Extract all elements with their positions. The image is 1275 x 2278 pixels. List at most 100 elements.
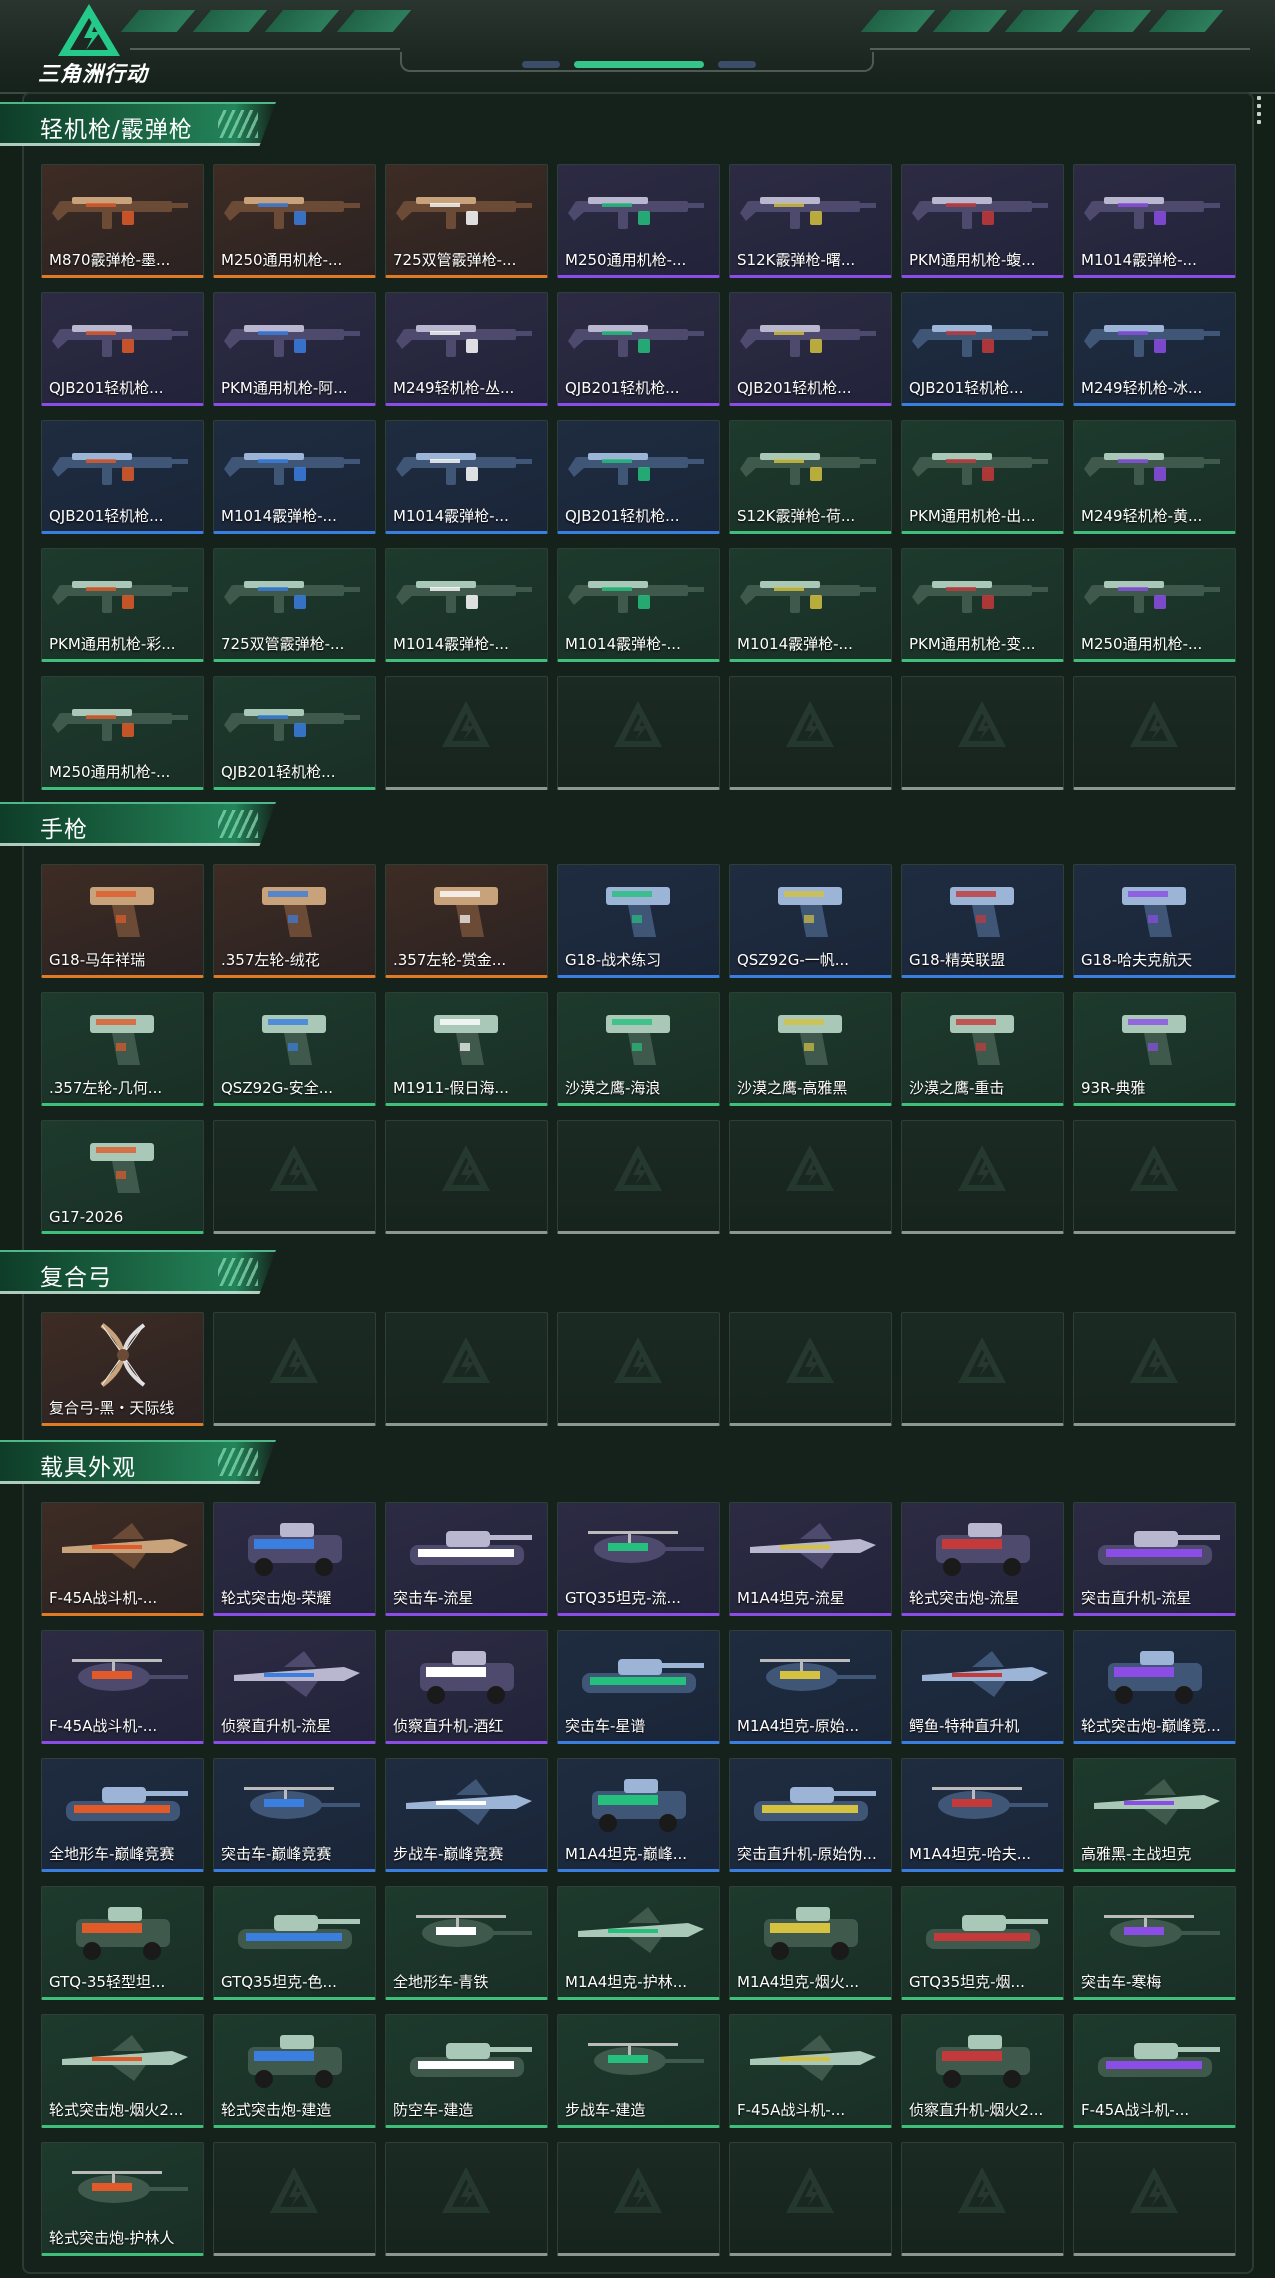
skin-card[interactable]: 突击直升机-原始伪... [729,1758,892,1872]
skin-card[interactable]: 步战车-巅峰竞赛 [385,1758,548,1872]
skin-card[interactable]: 高雅黑-主战坦克 [1073,1758,1236,1872]
empty-slot [385,1120,548,1234]
skin-card[interactable]: 突击车-星谱 [557,1630,720,1744]
skin-card[interactable]: 全地形车-巅峰竞赛 [41,1758,204,1872]
skin-card[interactable]: M1A4坦克-烟火... [729,1886,892,2000]
skin-card[interactable]: QJB201轻机枪... [41,420,204,534]
skin-card[interactable]: 突击直升机-流星 [1073,1502,1236,1616]
gun-skin-image [52,325,188,357]
skin-card[interactable]: QJB201轻机枪... [41,292,204,406]
skin-card[interactable]: 全地形车-青铁 [385,1886,548,2000]
skin-card[interactable]: 轮式突击炮-烟火2... [41,2014,204,2128]
skin-card[interactable]: 突击车-流星 [385,1502,548,1616]
skin-card[interactable]: .357左轮-赏金... [385,864,548,978]
skin-card[interactable]: 轮式突击炮-流星 [901,1502,1064,1616]
skin-card[interactable]: S12K霰弹枪-曙... [729,164,892,278]
skin-card[interactable]: GTQ35坦克-色... [213,1886,376,2000]
skin-card[interactable]: GTQ-35轻型坦... [41,1886,204,2000]
skin-card[interactable]: GTQ35坦克-烟... [901,1886,1064,2000]
skin-card[interactable]: QJB201轻机枪... [557,420,720,534]
skin-card[interactable]: PKM通用机枪-变... [901,548,1064,662]
banner-stripe [264,10,340,32]
skin-card[interactable]: 复合弓-黑・天际线 [41,1312,204,1426]
skin-card[interactable]: M1911-假日海... [385,992,548,1106]
skin-card[interactable]: .357左轮-绒花 [213,864,376,978]
skin-card[interactable]: 沙漠之鹰-高雅黑 [729,992,892,1106]
skin-card[interactable]: M1A4坦克-巅峰... [557,1758,720,1872]
skin-card[interactable]: 突击车-寒梅 [1073,1886,1236,2000]
skin-card[interactable]: 沙漠之鹰-海浪 [557,992,720,1106]
skin-card[interactable]: G18-马年祥瑞 [41,864,204,978]
skin-name: .357左轮-赏金... [393,951,507,969]
skin-card[interactable]: F-45A战斗机-... [729,2014,892,2128]
skin-card[interactable]: M1014霰弹枪-... [1073,164,1236,278]
skin-card[interactable]: M250通用机枪-... [557,164,720,278]
skin-card[interactable]: M1014霰弹枪-... [729,548,892,662]
empty-slot-logo-icon [1130,2167,1178,2213]
skin-card[interactable]: M870霰弹枪-墨... [41,164,204,278]
skin-card[interactable]: 防空车-建造 [385,2014,548,2128]
skin-card[interactable]: 沙漠之鹰-重击 [901,992,1064,1106]
skin-name: G18-战术练习 [565,951,662,969]
skin-card[interactable]: QJB201轻机枪... [901,292,1064,406]
skin-card[interactable]: QJB201轻机枪... [557,292,720,406]
skin-card[interactable]: QSZ92G-安全... [213,992,376,1106]
skin-card[interactable]: 侦察直升机-酒红 [385,1630,548,1744]
vehicle-skin-image [62,2035,188,2081]
skin-card[interactable]: 侦察直升机-流星 [213,1630,376,1744]
skin-name: G17-2026 [49,1208,124,1226]
skin-card[interactable]: M250通用机枪-... [41,676,204,790]
vehicle-skin-image [936,2035,1030,2088]
skin-card[interactable]: GTQ35坦克-流... [557,1502,720,1616]
skin-card[interactable]: G18-哈夫克航天 [1073,864,1236,978]
skin-card[interactable]: G18-精英联盟 [901,864,1064,978]
skin-card[interactable]: PKM通用机枪-出... [901,420,1064,534]
skin-card[interactable]: G17-2026 [41,1120,204,1234]
skin-card[interactable]: F-45A战斗机-... [41,1630,204,1744]
skin-card[interactable]: 轮式突击炮-巅峰竞... [1073,1630,1236,1744]
skin-card[interactable]: PKM通用机枪-蝮... [901,164,1064,278]
skin-card[interactable]: 侦察直升机-烟火2... [901,2014,1064,2128]
skin-card[interactable]: M1014霰弹枪-... [385,420,548,534]
skin-card[interactable]: F-45A战斗机-... [1073,2014,1236,2128]
skin-card[interactable]: 突击车-巅峰竞赛 [213,1758,376,1872]
skin-card[interactable]: M250通用机枪-... [213,164,376,278]
scrollbar-handle[interactable] [1257,96,1261,128]
skin-card[interactable]: M1014霰弹枪-... [213,420,376,534]
skin-card[interactable]: 轮式突击炮-护林人 [41,2142,204,2256]
skin-card[interactable]: 轮式突击炮-荣耀 [213,1502,376,1616]
skin-card[interactable]: M249轻机枪-丛... [385,292,548,406]
skin-card[interactable]: M1A4坦克-护林... [557,1886,720,2000]
skin-card[interactable]: QJB201轻机枪... [729,292,892,406]
skin-card[interactable]: QJB201轻机枪... [213,676,376,790]
skin-card[interactable]: M1A4坦克-原始... [729,1630,892,1744]
skin-card[interactable]: 步战车-建造 [557,2014,720,2128]
skin-card[interactable]: M1A4坦克-流星 [729,1502,892,1616]
gun-skin-image [912,453,1048,485]
empty-slot [1073,1120,1236,1234]
skin-card[interactable]: M250通用机枪-... [1073,548,1236,662]
skin-card[interactable]: 93R-典雅 [1073,992,1236,1106]
skin-card[interactable]: M1A4坦克-哈夫... [901,1758,1064,1872]
gun-skin-image [568,453,704,485]
skin-card[interactable]: 725双管霰弹枪-... [385,164,548,278]
skin-card[interactable]: M249轻机枪-冰... [1073,292,1236,406]
skin-card[interactable]: 725双管霰弹枪-... [213,548,376,662]
skin-card[interactable]: S12K霰弹枪-荷... [729,420,892,534]
skin-card[interactable]: 轮式突击炮-建造 [213,2014,376,2128]
skin-card[interactable]: QSZ92G-一帆... [729,864,892,978]
skin-card[interactable]: .357左轮-几何... [41,992,204,1106]
skin-card[interactable]: PKM通用机枪-彩... [41,548,204,662]
skin-card[interactable]: M1014霰弹枪-... [557,548,720,662]
skin-card[interactable]: G18-战术练习 [557,864,720,978]
skin-card[interactable]: F-45A战斗机-... [41,1502,204,1616]
skin-name: F-45A战斗机-... [49,1589,158,1607]
empty-slot-logo-icon [786,1145,834,1191]
skin-card[interactable]: M249轻机枪-黄... [1073,420,1236,534]
skin-name: 725双管霰弹枪-... [393,251,517,269]
skin-card[interactable]: M1014霰弹枪-... [385,548,548,662]
skin-name: 轮式突击炮-流星 [909,1589,1020,1607]
skin-card[interactable]: 鳄鱼-特种直升机 [901,1630,1064,1744]
gun-skin-image [224,581,360,613]
skin-card[interactable]: PKM通用机枪-阿... [213,292,376,406]
